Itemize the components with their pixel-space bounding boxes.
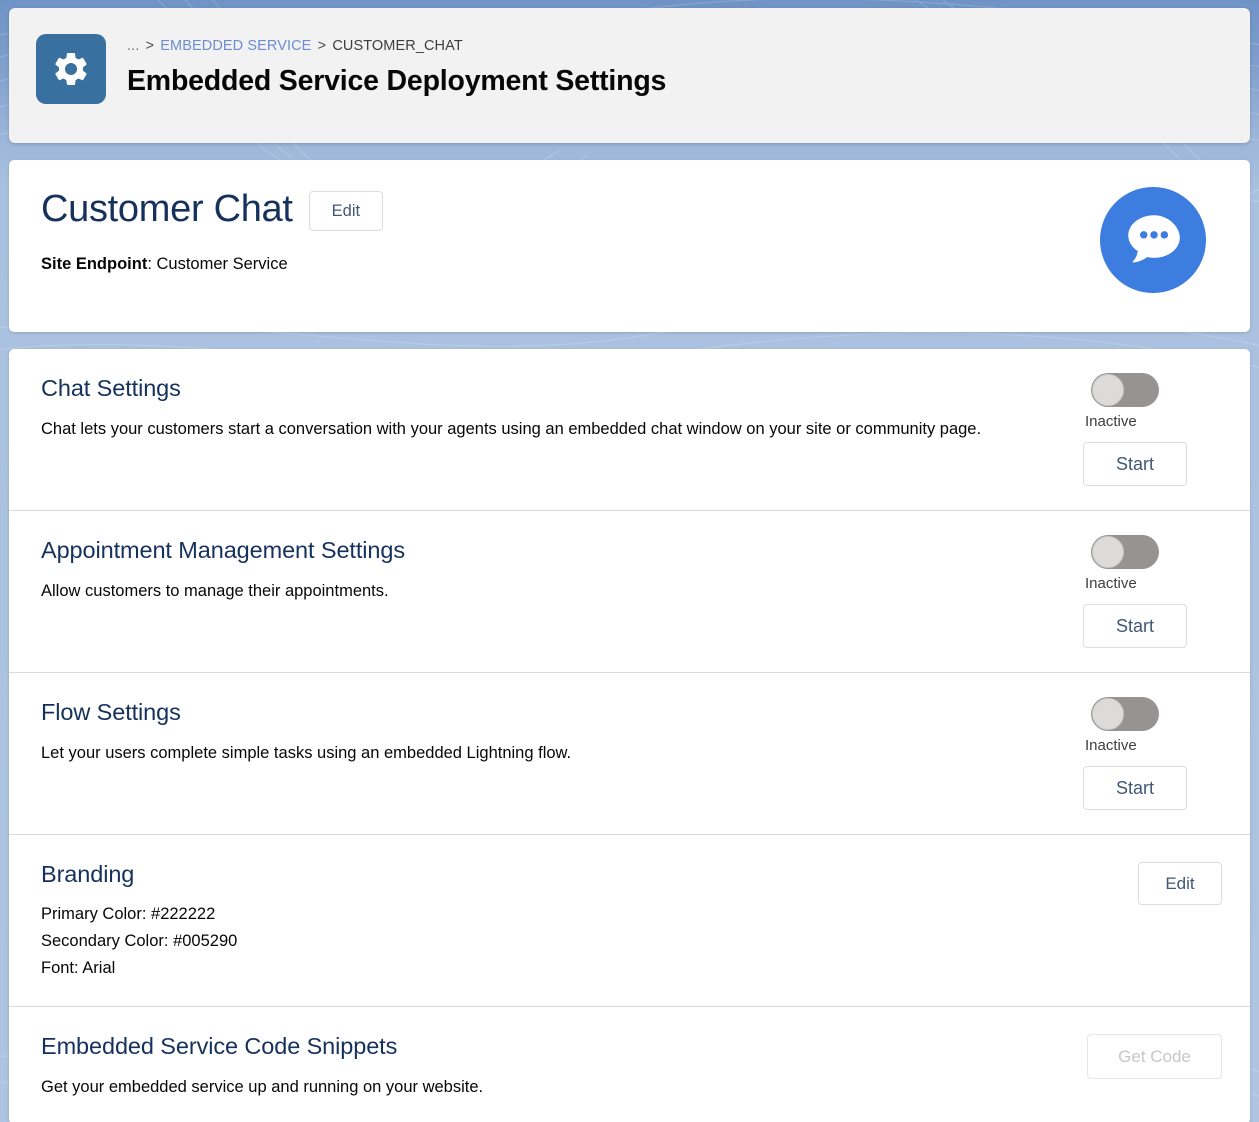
setting-title-flow: Flow Settings: [41, 699, 181, 725]
branding-font: Font: Arial: [41, 959, 116, 977]
setting-description-code-snippets: Get your embedded service up and running…: [41, 1078, 484, 1096]
start-button-flow[interactable]: Start: [1083, 766, 1187, 810]
setting-title-code-snippets: Embedded Service Code Snippets: [41, 1033, 398, 1059]
edit-branding-button[interactable]: Edit: [1138, 862, 1222, 905]
setting-description-flow: Let your users complete simple tasks usi…: [41, 744, 572, 762]
status-badge-chat: Inactive: [1085, 413, 1137, 430]
site-endpoint: Site Endpoint: Customer Service: [41, 253, 1222, 275]
setting-main-chat: Chat Settings Chat lets your customers s…: [41, 373, 1082, 486]
setting-main-branding: Branding Primary Color: #222222 Secondar…: [41, 859, 1047, 982]
deployment-title-row: Customer Chat Edit: [41, 186, 1222, 232]
toggle-knob-appointment-management: [1092, 536, 1124, 568]
setting-title-branding: Branding: [41, 861, 135, 887]
branding-values: Primary Color: #222222 Secondary Color: …: [41, 901, 1007, 982]
setting-aside-code-snippets: Get Code: [1047, 1031, 1222, 1100]
page-root: ... > EMBEDDED SERVICE > CUSTOMER_CHAT E…: [0, 0, 1259, 1122]
breadcrumb-ellipsis[interactable]: ...: [127, 38, 139, 54]
toggle-chat[interactable]: [1091, 373, 1159, 407]
get-code-button[interactable]: Get Code: [1087, 1034, 1222, 1079]
setting-row-flow: Flow Settings Let your users complete si…: [9, 673, 1250, 835]
site-endpoint-separator: :: [147, 255, 157, 273]
toggle-knob-chat: [1092, 374, 1124, 406]
setting-title-chat: Chat Settings: [41, 375, 181, 401]
status-badge-flow: Inactive: [1085, 737, 1137, 754]
setting-title-appointment-management: Appointment Management Settings: [41, 537, 405, 563]
breadcrumb-link-embedded-service[interactable]: EMBEDDED SERVICE: [160, 38, 311, 54]
breadcrumb-separator: >: [145, 38, 155, 54]
setting-row-branding: Branding Primary Color: #222222 Secondar…: [9, 835, 1250, 1007]
setting-main-code-snippets: Embedded Service Code Snippets Get your …: [41, 1031, 1047, 1100]
branding-primary-color: Primary Color: #222222: [41, 905, 216, 923]
gear-icon: [36, 34, 106, 104]
edit-deployment-button[interactable]: Edit: [308, 190, 384, 232]
toggle-flow[interactable]: [1091, 697, 1159, 731]
breadcrumb-separator-2: >: [317, 38, 327, 54]
header-text-block: ... > EMBEDDED SERVICE > CUSTOMER_CHAT E…: [127, 32, 666, 100]
deployment-name: Customer Chat: [41, 188, 293, 230]
setting-row-chat: Chat Settings Chat lets your customers s…: [9, 349, 1250, 511]
chat-bubble-icon: [1100, 187, 1206, 293]
setting-row-code-snippets: Embedded Service Code Snippets Get your …: [9, 1007, 1250, 1122]
setting-aside-appointment-management: Inactive Start: [1082, 535, 1222, 648]
breadcrumb: ... > EMBEDDED SERVICE > CUSTOMER_CHAT: [127, 36, 666, 56]
setting-main-appointment-management: Appointment Management Settings Allow cu…: [41, 535, 1082, 648]
toggle-knob-flow: [1092, 698, 1124, 730]
start-button-appointment-management[interactable]: Start: [1083, 604, 1187, 648]
site-endpoint-label: Site Endpoint: [41, 255, 148, 273]
setting-main-flow: Flow Settings Let your users complete si…: [41, 697, 1082, 810]
setting-aside-flow: Inactive Start: [1082, 697, 1222, 810]
toggle-appointment-management[interactable]: [1091, 535, 1159, 569]
start-button-chat[interactable]: Start: [1083, 442, 1187, 486]
setting-row-appointment-management: Appointment Management Settings Allow cu…: [9, 511, 1250, 673]
settings-card: Chat Settings Chat lets your customers s…: [9, 349, 1250, 1122]
setting-aside-branding: Edit: [1047, 859, 1222, 982]
setting-description-appointment-management: Allow customers to manage their appointm…: [41, 582, 389, 600]
page-title: Embedded Service Deployment Settings: [127, 65, 667, 97]
setting-description-chat: Chat lets your customers start a convers…: [41, 420, 982, 438]
breadcrumb-current: CUSTOMER_CHAT: [332, 38, 463, 54]
branding-secondary-color: Secondary Color: #005290: [41, 932, 238, 950]
deployment-summary-card: Customer Chat Edit Site Endpoint: Custom…: [9, 160, 1250, 332]
status-badge-appointment-management: Inactive: [1085, 575, 1137, 592]
site-endpoint-value: Customer Service: [156, 255, 288, 273]
setting-aside-chat: Inactive Start: [1082, 373, 1222, 486]
page-header: ... > EMBEDDED SERVICE > CUSTOMER_CHAT E…: [9, 8, 1250, 143]
